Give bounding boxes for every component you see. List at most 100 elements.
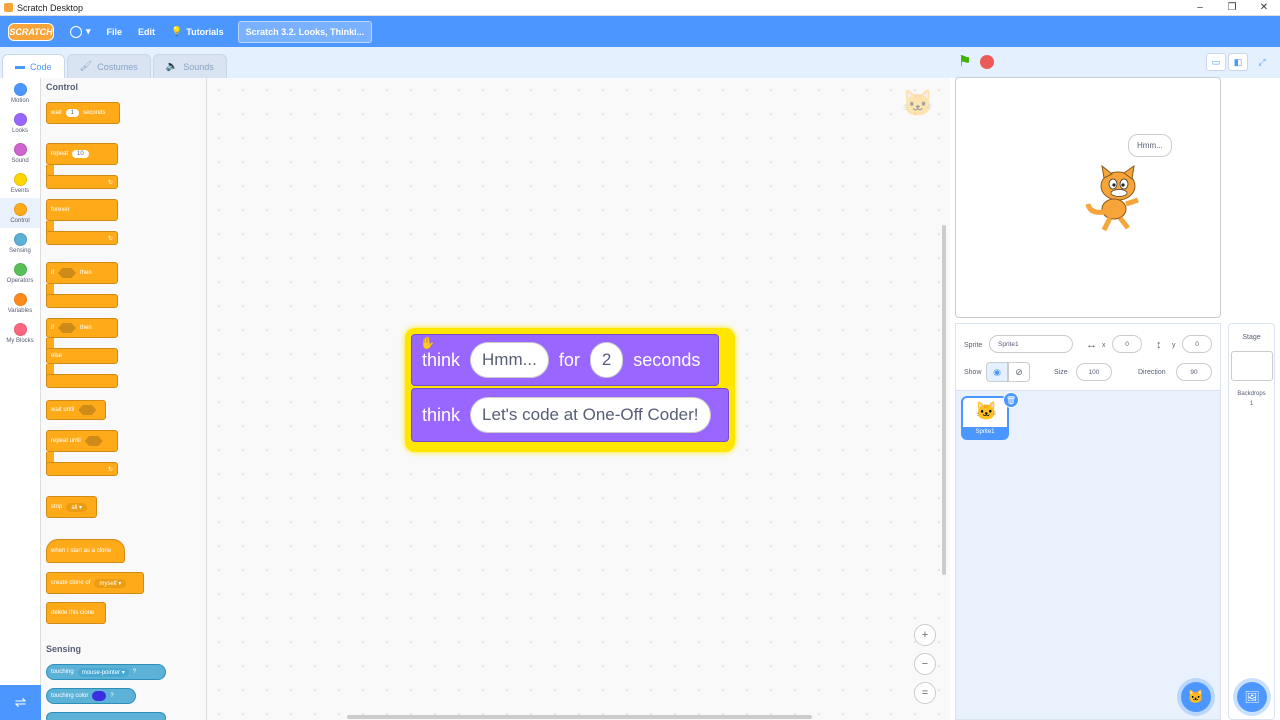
y-input[interactable]: 0	[1182, 335, 1212, 353]
block-color-touching[interactable]	[46, 712, 166, 720]
project-title-field[interactable]: Scratch 3.2. Looks, Thinki...	[237, 20, 373, 43]
language-menu[interactable]: ▾	[70, 25, 91, 38]
block-if-then[interactable]: if then	[46, 262, 118, 284]
category-looks[interactable]: Looks	[0, 108, 40, 138]
stage-thumbnail[interactable]	[1230, 351, 1273, 381]
large-stage-button[interactable]: ◧	[1228, 53, 1248, 71]
block-text: create clone of	[51, 580, 91, 586]
minimize-button[interactable]: –	[1184, 0, 1216, 16]
show-hidden-button[interactable]: ⊘	[1008, 362, 1030, 382]
category-my-blocks[interactable]: My Blocks	[0, 318, 40, 348]
category-sensing[interactable]: Sensing	[0, 228, 40, 258]
sprite-thumbnail[interactable]: 🐱 Sprite1 🗑	[961, 392, 1019, 440]
category-sound[interactable]: Sound	[0, 138, 40, 168]
choose-sprite-button[interactable]: 🐱	[1181, 682, 1211, 712]
category-label: Motion	[10, 97, 29, 104]
dropdown-value: mouse-pointer	[81, 669, 121, 676]
block-stop[interactable]: stop all ▾	[46, 496, 97, 518]
stop-button[interactable]	[980, 55, 994, 69]
block-create-clone[interactable]: create clone of myself ▾	[46, 572, 144, 594]
close-button[interactable]: ✕	[1248, 0, 1280, 16]
add-extension-button[interactable]: ⇌	[0, 685, 41, 720]
boolean-slot[interactable]	[58, 268, 76, 278]
cat-sprite[interactable]	[1082, 164, 1148, 234]
maximize-button[interactable]: ❐	[1216, 0, 1248, 16]
think-block[interactable]: think Let's code at One-Off Coder!	[411, 388, 729, 442]
think-message-input[interactable]: Let's code at One-Off Coder!	[470, 397, 711, 433]
category-operators[interactable]: Operators	[0, 258, 40, 288]
block-repeat-until-end: ↻	[46, 462, 118, 476]
zoom-in-icon: +	[921, 629, 929, 641]
category-label: Sound	[11, 157, 29, 164]
sprite-name-label: Sprite	[964, 342, 983, 349]
block-if-else[interactable]: if then	[46, 318, 118, 338]
block-forever-end: ↻	[46, 231, 118, 245]
category-label: Variables	[7, 307, 33, 314]
category-dot	[13, 142, 27, 156]
block-wait[interactable]: wait 1 seconds	[46, 102, 120, 124]
block-delete-clone[interactable]: delete this clone	[46, 602, 106, 624]
block-text: else	[51, 353, 63, 359]
choose-backdrop-button[interactable]: 🖼	[1237, 682, 1267, 712]
tab-label: Code	[30, 61, 52, 72]
boolean-slot[interactable]	[84, 436, 103, 446]
file-menu[interactable]: File	[107, 27, 123, 37]
stop-dropdown[interactable]: all ▾	[66, 502, 88, 512]
category-dot	[13, 262, 27, 276]
block-repeat[interactable]: repeat 10	[46, 143, 118, 165]
category-events[interactable]: Events	[0, 168, 40, 198]
size-label: Size	[1054, 369, 1068, 376]
think-for-seconds-block[interactable]: think Hmm... for 2 seconds	[411, 334, 719, 386]
block-wait-until[interactable]: wait until	[46, 400, 106, 420]
zoom-out-icon: −	[921, 658, 929, 670]
think-message-input[interactable]: Hmm...	[470, 342, 549, 378]
tab-code[interactable]: ▬ Code	[2, 54, 65, 78]
category-control[interactable]: Control	[0, 198, 40, 228]
category-motion[interactable]: Motion	[0, 78, 40, 108]
scratch-logo[interactable]: SCRATCH	[8, 22, 54, 41]
seconds-input[interactable]: 2	[589, 342, 624, 378]
zoom-out-button[interactable]: −	[914, 653, 936, 675]
zoom-reset-button[interactable]: =	[914, 682, 936, 704]
workspace-hscroll[interactable]	[347, 715, 812, 719]
x-input[interactable]: 0	[1112, 335, 1142, 353]
size-input[interactable]: 100	[1076, 363, 1112, 381]
block-text: seconds	[633, 349, 701, 370]
workspace-vscroll[interactable]	[942, 225, 946, 575]
block-forever[interactable]: forever	[46, 199, 118, 221]
category-variables[interactable]: Variables	[0, 288, 40, 318]
direction-input[interactable]: 90	[1176, 363, 1212, 381]
palette-heading-control: Control	[46, 82, 78, 92]
delete-sprite-button[interactable]: 🗑	[1003, 392, 1019, 408]
block-when-clone[interactable]: when I start as a clone	[46, 539, 125, 563]
sprite-name-input[interactable]: Sprite1	[989, 335, 1073, 353]
color-swatch[interactable]	[92, 691, 107, 701]
touching-dropdown[interactable]: mouse-pointer ▾	[77, 667, 129, 677]
block-touching[interactable]: touching mouse-pointer ▾ ?	[46, 664, 166, 680]
tab-costumes[interactable]: 🖌 Costumes	[66, 54, 151, 78]
fullscreen-button[interactable]: ⤢	[1252, 53, 1272, 71]
green-flag-button[interactable]: ⚑	[958, 54, 974, 70]
horizontal-arrows-icon: ↔	[1086, 339, 1097, 351]
y-label: y	[1172, 342, 1176, 349]
stage-selector[interactable]: Stage Backdrops 1	[1228, 323, 1275, 720]
sprite-info: Sprite Sprite1 ↔ x 0 ↕ y 0 Show ◉ ⊘ Size…	[956, 324, 1220, 391]
extension-icon: ⇌	[14, 694, 27, 710]
block-touching-color[interactable]: touching color ?	[46, 688, 136, 704]
boolean-slot[interactable]	[78, 405, 97, 415]
tutorials-menu[interactable]: 💡 Tutorials	[171, 26, 224, 37]
tab-sounds[interactable]: 🔈 Sounds	[152, 54, 227, 78]
clone-dropdown[interactable]: myself ▾	[94, 578, 127, 588]
chevron-down-icon: ▾	[86, 26, 91, 36]
boolean-slot[interactable]	[58, 323, 76, 333]
small-stage-button[interactable]: ▭	[1206, 53, 1226, 71]
show-visible-button[interactable]: ◉	[986, 362, 1008, 382]
show-label: Show	[964, 369, 982, 376]
stage-canvas[interactable]: Hmm...	[955, 77, 1221, 318]
zoom-in-button[interactable]: +	[914, 624, 936, 646]
block-repeat-until[interactable]: repeat until	[46, 430, 118, 452]
block-input[interactable]: 1	[65, 109, 80, 117]
block-input[interactable]: 10	[72, 150, 89, 158]
edit-menu[interactable]: Edit	[138, 27, 155, 37]
globe-icon	[70, 25, 82, 38]
